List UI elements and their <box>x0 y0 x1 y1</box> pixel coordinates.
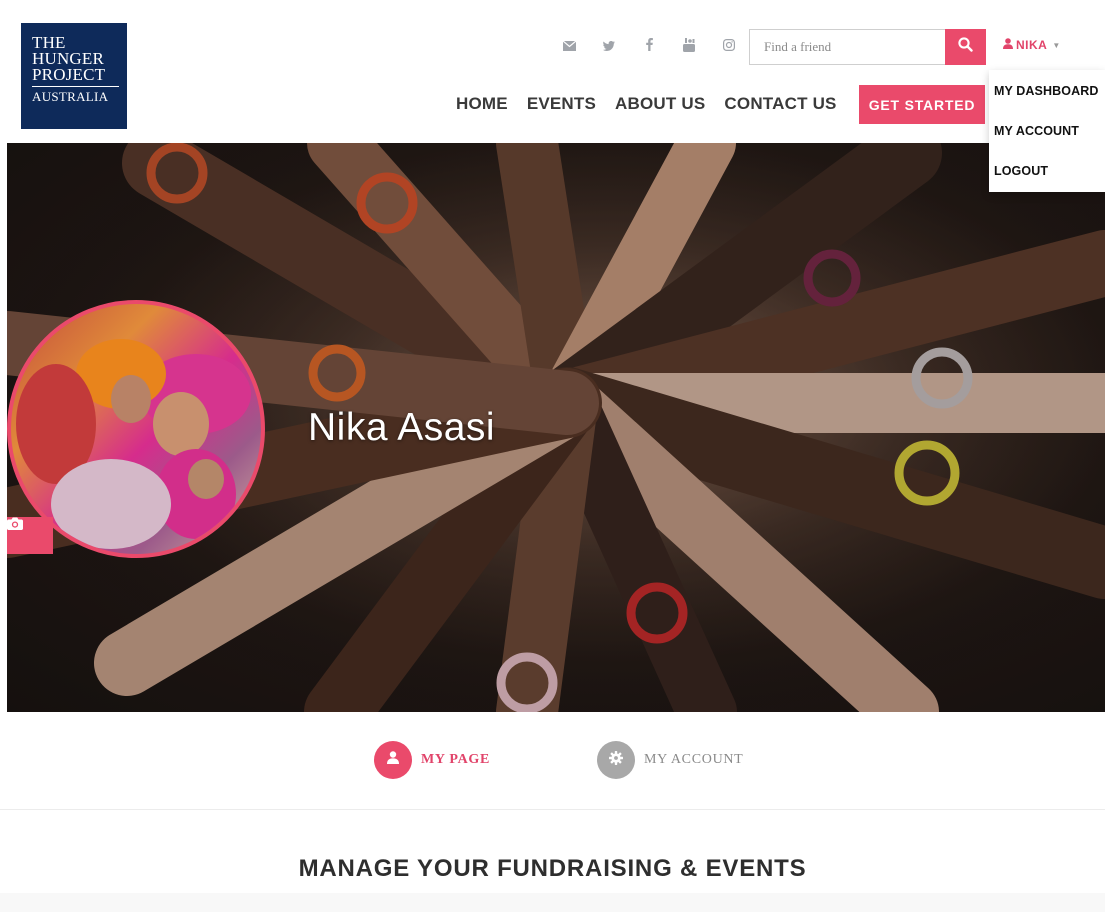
search-button[interactable] <box>945 29 986 65</box>
nav-events[interactable]: EVENTS <box>527 93 596 115</box>
facebook-icon[interactable] <box>636 38 662 57</box>
hunger-project-logo[interactable]: THE HUNGER PROJECT AUSTRALIA <box>21 23 127 129</box>
content-band <box>0 893 1105 912</box>
user-menu-toggle[interactable]: NIKA ▼ <box>1003 38 1061 52</box>
tab-my-page[interactable]: MY PAGE <box>374 741 490 779</box>
profile-tabs: MY PAGE MY ACCOUNT <box>0 712 1105 810</box>
user-icon <box>387 751 399 769</box>
find-friend-search <box>749 29 986 65</box>
search-icon <box>958 37 973 57</box>
twitter-icon[interactable] <box>596 38 622 57</box>
nav-about-us[interactable]: ABOUT US <box>615 93 705 115</box>
tab-my-page-circle <box>374 741 412 779</box>
profile-cover-image: Nika Asasi <box>7 143 1105 712</box>
user-name: NIKA <box>1016 38 1048 52</box>
envelope-icon[interactable] <box>556 38 582 57</box>
tab-my-account[interactable]: MY ACCOUNT <box>597 741 743 779</box>
instagram-icon[interactable] <box>716 38 742 57</box>
menu-item-logout[interactable]: LOGOUT <box>989 163 1105 203</box>
nav-contact-us[interactable]: CONTACT US <box>724 93 836 115</box>
site-header: THE HUNGER PROJECT AUSTRALIA Find a frie… <box>0 0 1105 143</box>
user-icon <box>1003 38 1013 52</box>
section-title: MANAGE YOUR FUNDRAISING & EVENTS <box>298 855 807 882</box>
find-friend-input[interactable] <box>749 29 945 65</box>
gear-icon <box>609 750 623 770</box>
youtube-icon[interactable] <box>676 38 702 57</box>
social-links <box>556 38 756 57</box>
caret-down-icon: ▼ <box>1052 40 1061 50</box>
nav-home[interactable]: HOME <box>456 93 508 115</box>
main-nav: HOME EVENTS ABOUT US CONTACT US <box>456 93 856 115</box>
get-started-button[interactable]: GET STARTED <box>859 85 985 124</box>
profile-name: Nika Asasi <box>308 406 496 449</box>
logo-line-4: AUSTRALIA <box>32 86 119 104</box>
menu-item-my-account[interactable]: MY ACCOUNT <box>989 123 1105 163</box>
change-photo-button[interactable] <box>7 517 53 554</box>
tab-my-account-label: MY ACCOUNT <box>644 752 744 767</box>
tab-my-page-label: MY PAGE <box>421 752 491 767</box>
tab-my-account-circle <box>597 741 635 779</box>
logo-line-3: PROJECT <box>32 65 106 84</box>
user-dropdown-menu: MY DASHBOARD MY ACCOUNT LOGOUT <box>989 70 1105 192</box>
menu-item-my-dashboard[interactable]: MY DASHBOARD <box>989 83 1105 123</box>
